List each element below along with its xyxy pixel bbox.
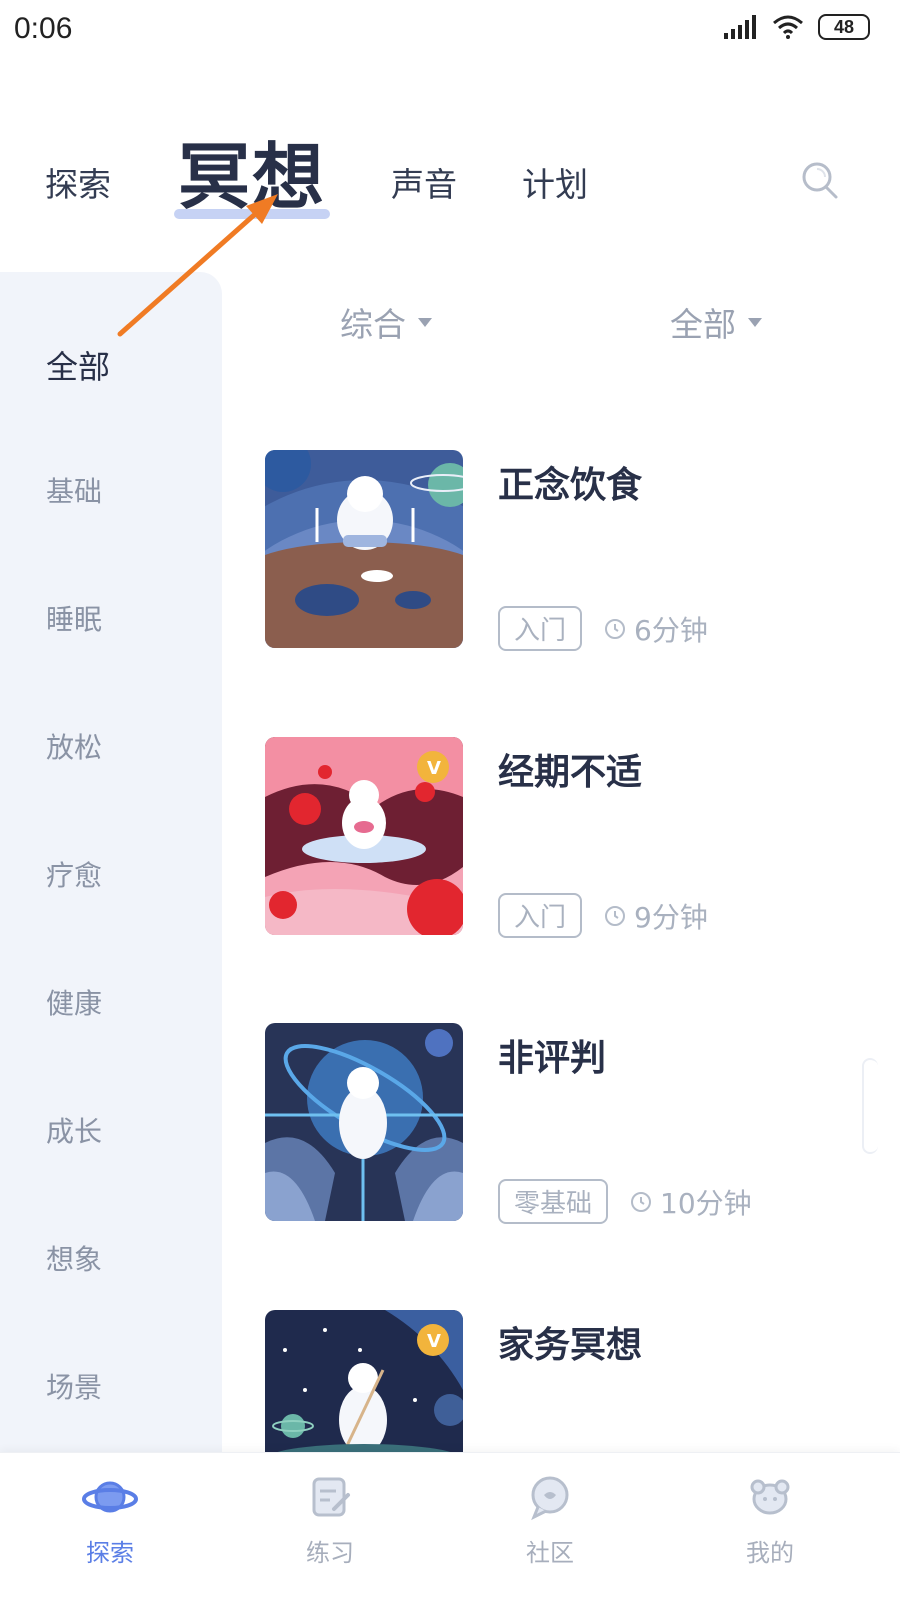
note-icon bbox=[312, 1477, 350, 1517]
sidebar-item-imagination[interactable]: 想象 bbox=[46, 1238, 102, 1278]
status-time: 0:06 bbox=[14, 12, 73, 45]
scroll-edge-indicator bbox=[862, 1058, 878, 1154]
duration-label: 9分钟 bbox=[634, 900, 708, 934]
nav-label: 练习 bbox=[306, 1539, 354, 1567]
meditation-card[interactable]: 正念饮食 入门 6分钟 bbox=[265, 450, 865, 651]
sidebar-item-label: 全部 bbox=[46, 348, 111, 386]
signal-icon bbox=[724, 15, 756, 39]
tab-meditation-label: 冥想 bbox=[178, 135, 327, 219]
nav-label: 社区 bbox=[526, 1539, 574, 1567]
meditation-card[interactable]: V 经期不适 入门 9分钟 bbox=[265, 737, 865, 938]
svg-text:V: V bbox=[427, 758, 441, 779]
card-title: 非评判 bbox=[498, 1038, 607, 1079]
search-icon[interactable] bbox=[800, 160, 840, 200]
card-title: 经期不适 bbox=[498, 752, 643, 793]
nav-community[interactable]: 社区 bbox=[475, 1467, 625, 1568]
sort-filter[interactable]: 综合 bbox=[340, 298, 432, 346]
clock-icon bbox=[605, 905, 626, 926]
nav-label: 探索 bbox=[86, 1539, 134, 1567]
chat-bubble-icon bbox=[531, 1476, 569, 1521]
clock-icon bbox=[631, 1191, 652, 1212]
nav-practice[interactable]: 练习 bbox=[255, 1467, 405, 1568]
wifi-icon bbox=[773, 15, 803, 39]
duration-label: 10分钟 bbox=[660, 1186, 752, 1220]
caret-down-icon bbox=[748, 317, 762, 327]
category-sidebar: 全部 基础 睡眠 放松 疗愈 健康 成长 想象 场景 bbox=[0, 272, 222, 1492]
nav-profile[interactable]: 我的 bbox=[695, 1467, 845, 1568]
sidebar-item-relax[interactable]: 放松 bbox=[46, 726, 102, 766]
top-tabs: 探索 冥想 声音 计划 bbox=[0, 110, 900, 220]
card-thumbnail bbox=[265, 450, 463, 648]
clock-icon bbox=[605, 618, 626, 639]
status-bar: 0:06 48 bbox=[0, 0, 900, 64]
planet-icon bbox=[82, 1481, 138, 1513]
nav-explore[interactable]: 探索 bbox=[35, 1467, 185, 1568]
scope-filter-label: 全部 bbox=[670, 305, 736, 344]
card-thumbnail bbox=[265, 1023, 463, 1221]
tab-explore[interactable]: 探索 bbox=[45, 158, 111, 206]
meditation-card[interactable]: 非评判 零基础 10分钟 bbox=[265, 1023, 865, 1224]
card-title: 家务冥想 bbox=[498, 1325, 643, 1366]
profile-icon bbox=[750, 1479, 790, 1515]
bottom-navigation: 探索 练习 社区 我的 bbox=[0, 1452, 900, 1601]
card-title: 正念饮食 bbox=[498, 465, 643, 506]
battery-indicator: 48 bbox=[818, 14, 870, 40]
tab-plan[interactable]: 计划 bbox=[522, 158, 588, 206]
tab-meditation[interactable]: 冥想 bbox=[174, 118, 331, 223]
sidebar-item-growth[interactable]: 成长 bbox=[46, 1110, 102, 1150]
sidebar-item-scene[interactable]: 场景 bbox=[46, 1366, 102, 1406]
caret-down-icon bbox=[418, 317, 432, 327]
sort-filter-label: 综合 bbox=[340, 305, 406, 344]
sidebar-item-sleep[interactable]: 睡眠 bbox=[46, 598, 102, 638]
level-badge: 入门 bbox=[498, 606, 583, 651]
scope-filter[interactable]: 全部 bbox=[670, 298, 762, 346]
svg-text:V: V bbox=[427, 1331, 441, 1352]
sidebar-item-health[interactable]: 健康 bbox=[46, 982, 102, 1022]
card-thumbnail: V bbox=[265, 737, 463, 935]
level-badge: 零基础 bbox=[498, 1179, 609, 1224]
duration-label: 6分钟 bbox=[634, 613, 708, 647]
tab-sound[interactable]: 声音 bbox=[391, 158, 457, 206]
sidebar-item-basics[interactable]: 基础 bbox=[46, 470, 102, 510]
level-badge: 入门 bbox=[498, 893, 583, 938]
sidebar-item-healing[interactable]: 疗愈 bbox=[46, 854, 102, 894]
nav-label: 我的 bbox=[746, 1539, 794, 1567]
sidebar-item-all[interactable]: 全部 bbox=[44, 342, 113, 388]
